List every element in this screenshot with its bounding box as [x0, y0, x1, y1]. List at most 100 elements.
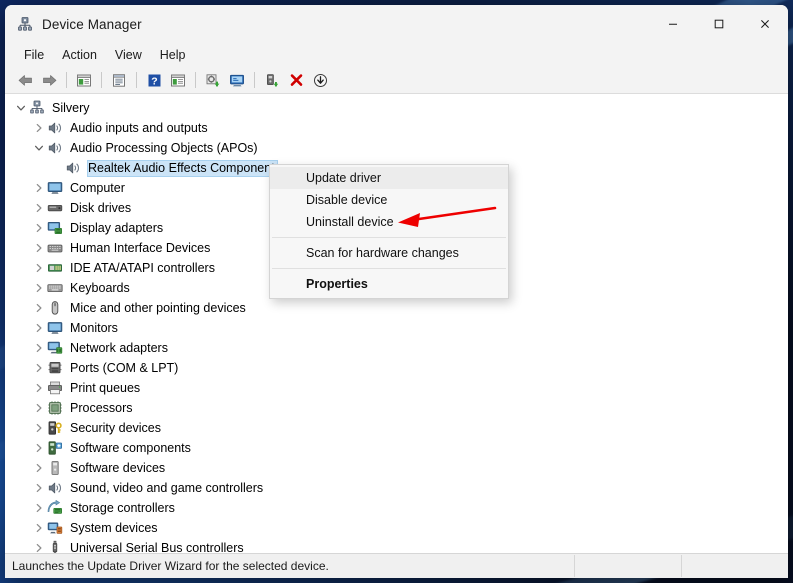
network-adapter-icon: [47, 340, 63, 356]
menu-help[interactable]: Help: [151, 45, 195, 65]
ide-controller-icon: [47, 260, 63, 276]
context-menu-separator: [272, 237, 506, 238]
menu-file[interactable]: File: [15, 45, 53, 65]
usb-icon: [47, 540, 63, 553]
toolbar-separator: [136, 72, 137, 88]
chevron-right-icon[interactable]: [31, 460, 47, 476]
tree-node-label: Software components: [70, 440, 191, 455]
chevron-right-icon[interactable]: [31, 360, 47, 376]
speaker-icon: [47, 480, 63, 496]
device-manager-icon: [17, 16, 33, 32]
show-hide-console-tree-icon: [77, 74, 91, 86]
speaker-icon: [47, 120, 63, 136]
chevron-right-icon[interactable]: [31, 200, 47, 216]
tree-node-label: Human Interface Devices: [70, 240, 211, 255]
tree-node-software-devices[interactable]: Software devices: [5, 458, 788, 478]
tree-node-system-devices[interactable]: System devices: [5, 518, 788, 538]
chevron-right-icon[interactable]: [31, 320, 47, 336]
tree-node-software-components[interactable]: Software components: [5, 438, 788, 458]
properties-button[interactable]: [107, 69, 131, 91]
tree-node-monitors[interactable]: Monitors: [5, 318, 788, 338]
printer-icon: [47, 380, 63, 396]
chevron-right-icon[interactable]: [31, 480, 47, 496]
chevron-right-icon[interactable]: [31, 520, 47, 536]
chevron-right-icon[interactable]: [31, 120, 47, 136]
display-adapter-icon: [47, 220, 63, 236]
tree-node-security-devices[interactable]: Security devices: [5, 418, 788, 438]
show-hide-console-tree-button[interactable]: [72, 69, 96, 91]
tree-node-label: Monitors: [70, 320, 118, 335]
context-menu-item-disable-device[interactable]: Disable device: [270, 189, 508, 211]
enable-device-button[interactable]: [260, 69, 284, 91]
view-button[interactable]: [166, 69, 190, 91]
status-divider: [574, 555, 575, 577]
chevron-right-icon[interactable]: [31, 420, 47, 436]
uninstall-device-button[interactable]: [284, 69, 308, 91]
tree-node-network-adapters[interactable]: Network adapters: [5, 338, 788, 358]
tree-node-silvery[interactable]: Silvery: [5, 98, 788, 118]
speaker-icon: [47, 140, 63, 156]
uninstall-device-icon: [290, 73, 302, 86]
menu-action[interactable]: Action: [53, 45, 106, 65]
disable-device-button[interactable]: [308, 69, 332, 91]
context-menu-item-uninstall-device[interactable]: Uninstall device: [270, 211, 508, 233]
context-menu-item-scan-for-hardware-changes[interactable]: Scan for hardware changes: [270, 242, 508, 264]
tree-node-sound-video-and-game-controllers[interactable]: Sound, video and game controllers: [5, 478, 788, 498]
back-icon: [18, 74, 32, 86]
chevron-right-icon[interactable]: [31, 540, 47, 553]
device-manager-window: Device Manager File Action View Help ? S…: [5, 5, 788, 578]
chevron-right-icon[interactable]: [31, 220, 47, 236]
tree-node-audio-inputs-and-outputs[interactable]: Audio inputs and outputs: [5, 118, 788, 138]
chevron-right-icon[interactable]: [31, 300, 47, 316]
tree-node-label: Print queues: [70, 380, 141, 395]
chevron-right-icon[interactable]: [31, 440, 47, 456]
tree-node-ports-com-lpt[interactable]: Ports (COM & LPT): [5, 358, 788, 378]
maximize-button[interactable]: [696, 5, 742, 43]
chevron-right-icon[interactable]: [31, 260, 47, 276]
help-button[interactable]: ?: [142, 69, 166, 91]
chevron-right-icon[interactable]: [31, 180, 47, 196]
tree-node-label: Audio inputs and outputs: [70, 120, 208, 135]
forward-button[interactable]: [37, 69, 61, 91]
context-menu[interactable]: Update driver Disable device Uninstall dev…: [269, 164, 509, 299]
toolbar-separator: [254, 72, 255, 88]
close-icon: [761, 20, 769, 28]
keyboard-icon: [47, 280, 63, 296]
tree-node-label: Processors: [70, 400, 133, 415]
title-bar[interactable]: Device Manager: [5, 5, 788, 43]
chevron-right-icon[interactable]: [31, 380, 47, 396]
tree-node-label: Sound, video and game controllers: [70, 480, 264, 495]
tree-node-mice-and-other-pointing-devices[interactable]: Mice and other pointing devices: [5, 298, 788, 318]
software-device-icon: [47, 460, 63, 476]
context-menu-item-properties[interactable]: Properties: [270, 273, 508, 295]
minimize-button[interactable]: [650, 5, 696, 43]
chevron-down-icon[interactable]: [13, 100, 29, 116]
tree-node-universal-serial-bus-controllers[interactable]: Universal Serial Bus controllers: [5, 538, 788, 553]
back-button[interactable]: [13, 69, 37, 91]
speaker-icon: [65, 160, 81, 176]
tree-node-print-queues[interactable]: Print queues: [5, 378, 788, 398]
menu-view[interactable]: View: [106, 45, 151, 65]
svg-text:?: ?: [151, 75, 157, 87]
tree-node-processors[interactable]: Processors: [5, 398, 788, 418]
software-component-icon: [47, 440, 63, 456]
context-menu-item-update-driver[interactable]: Update driver: [270, 167, 508, 189]
tree-node-label: Realtek Audio Effects Component: [87, 159, 278, 177]
chevron-right-icon[interactable]: [31, 400, 47, 416]
device-tree[interactable]: Silvery Audio inputs and outputs Audio Pro…: [5, 94, 788, 553]
close-button[interactable]: [742, 5, 788, 43]
tree-node-audio-processing-objects-apos[interactable]: Audio Processing Objects (APOs): [5, 138, 788, 158]
chevron-right-icon[interactable]: [31, 280, 47, 296]
tree-node-storage-controllers[interactable]: Storage controllers: [5, 498, 788, 518]
tree-node-label: Universal Serial Bus controllers: [70, 540, 244, 554]
chevron-right-icon[interactable]: [31, 500, 47, 516]
tree-node-label: System devices: [70, 520, 158, 535]
chevron-right-icon[interactable]: [31, 240, 47, 256]
tree-node-label: Network adapters: [70, 340, 168, 355]
chevron-down-icon[interactable]: [31, 140, 47, 156]
scan-for-hardware-changes-icon: [229, 74, 244, 86]
tree-node-label: Keyboards: [70, 280, 130, 295]
update-driver-button[interactable]: [201, 69, 225, 91]
scan-for-hardware-changes-button[interactable]: [225, 69, 249, 91]
chevron-right-icon[interactable]: [31, 340, 47, 356]
